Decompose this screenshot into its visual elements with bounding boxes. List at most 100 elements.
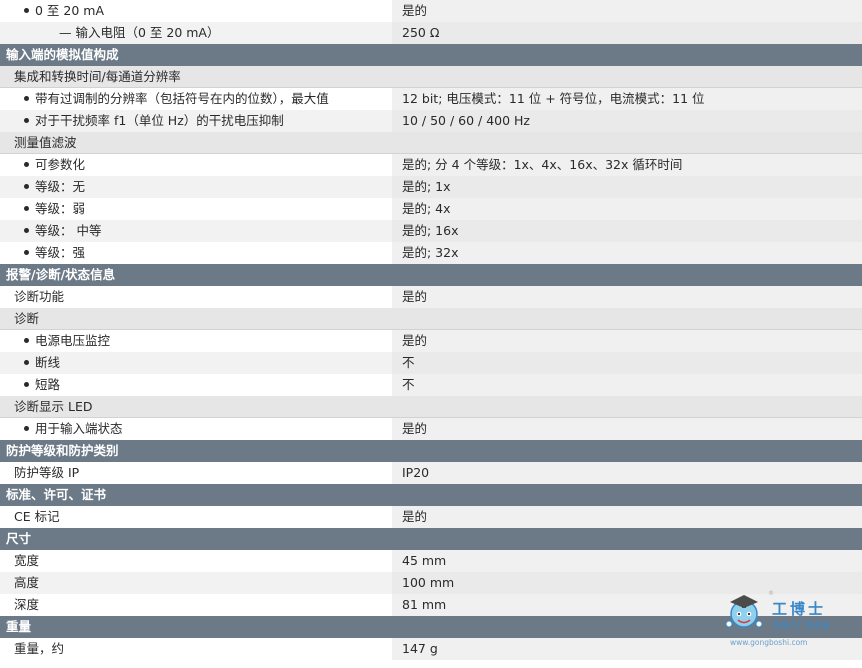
spec-row: 0 至 20 mA 是的	[0, 0, 862, 22]
section-title: 防护等级和防护类别	[6, 443, 119, 458]
spec-label-cell: 等级：弱	[0, 198, 389, 220]
spec-value: 100 mm	[402, 575, 455, 590]
section-title: 尺寸	[6, 531, 32, 546]
spec-value-cell: 是的; 4x	[392, 198, 862, 220]
spec-label: 宽度	[14, 553, 40, 568]
spec-row: 等级： 中等 是的; 16x	[0, 220, 862, 242]
spec-value: 250 Ω	[402, 25, 440, 40]
spec-value: 81 mm	[402, 597, 447, 612]
section-header: 尺寸	[0, 528, 862, 550]
subgroup-title: 诊断	[14, 311, 40, 326]
spec-label-cell: 高度	[0, 572, 389, 594]
spec-row: CE 标记 是的	[0, 506, 862, 528]
spec-row: 带有过调制的分辨率（包括符号在内的位数），最大值 12 bit; 电压模式：11 …	[0, 88, 862, 110]
spec-label: 电源电压监控	[0, 330, 389, 352]
section-title: 报警/诊断/状态信息	[6, 267, 116, 282]
spec-row: 诊断功能 是的	[0, 286, 862, 308]
brand-tagline: 智能工厂服务商	[774, 621, 830, 630]
brand-name: 工博士	[772, 600, 827, 618]
spec-label: 高度	[14, 575, 40, 590]
spec-row: 可参数化 是的; 分 4 个等级：1x、4x、16x、32x 循环时间	[0, 154, 862, 176]
spec-value-cell: 是的; 分 4 个等级：1x、4x、16x、32x 循环时间	[392, 154, 862, 176]
spec-row: 对于干扰频率 f1（单位 Hz）的干扰电压抑制 10 / 50 / 60 / 40…	[0, 110, 862, 132]
spec-label: 等级：弱	[0, 198, 389, 220]
spec-label-cell: 0 至 20 mA	[0, 0, 389, 22]
spec-row: 用于输入端状态 是的	[0, 418, 862, 440]
spec-value: 不	[402, 355, 415, 370]
spec-row: 短路不	[0, 374, 862, 396]
spec-label-cell: CE 标记	[0, 506, 389, 528]
spec-value: 是的; 32x	[402, 245, 459, 260]
spec-value: 是的	[402, 3, 428, 18]
spec-label-cell: 断线	[0, 352, 389, 374]
spec-value-cell: IP20	[392, 462, 862, 484]
spec-row: — 输入电阻（0 至 20 mA） 250 Ω	[0, 22, 862, 44]
spec-table: 0 至 20 mA 是的 — 输入电阻（0 至 20 mA） 250 Ω 输入端的模拟值…	[0, 0, 862, 660]
spec-row: 电源电压监控 是的	[0, 330, 862, 352]
spec-value-cell: 不	[392, 352, 862, 374]
spec-label: 断线	[0, 352, 389, 374]
spec-value: 是的; 16x	[402, 223, 459, 238]
spec-value: 10 / 50 / 60 / 400 Hz	[402, 113, 530, 128]
spec-value: 是的	[402, 509, 428, 524]
spec-label-cell: 诊断功能	[0, 286, 389, 308]
spec-label-cell: 对于干扰频率 f1（单位 Hz）的干扰电压抑制	[0, 110, 389, 132]
spec-value-cell: 250 Ω	[392, 22, 862, 44]
section-title: 输入端的模拟值构成	[6, 47, 119, 62]
spec-label-cell: 短路	[0, 374, 389, 396]
section-header: 输入端的模拟值构成	[0, 44, 862, 66]
spec-label: 重量，约	[14, 641, 65, 656]
subgroup-header: 测量值滤波	[0, 132, 862, 154]
spec-value: 是的; 4x	[402, 201, 451, 216]
spec-value: 是的	[402, 333, 428, 348]
spec-row: 等级：无 是的; 1x	[0, 176, 862, 198]
spec-label-cell: 用于输入端状态	[0, 418, 389, 440]
spec-label-cell: 宽度	[0, 550, 389, 572]
spec-value-cell: 是的	[392, 286, 862, 308]
section-header: 报警/诊断/状态信息	[0, 264, 862, 286]
subgroup-title: 测量值滤波	[14, 135, 77, 150]
spec-label: 可参数化	[0, 154, 389, 176]
spec-value: IP20	[402, 465, 430, 480]
spec-row: 等级：强 是的; 32x	[0, 242, 862, 264]
spec-label-cell: 电源电压监控	[0, 330, 389, 352]
spec-row: 防护等级 IP IP20	[0, 462, 862, 484]
spec-value-cell: 10 / 50 / 60 / 400 Hz	[392, 110, 862, 132]
section-title: 标准、许可、证书	[6, 487, 107, 502]
spec-value-cell: 是的	[392, 418, 862, 440]
spec-label-cell: 等级：强	[0, 242, 389, 264]
spec-value-cell: 是的; 16x	[392, 220, 862, 242]
spec-label: 深度	[14, 597, 40, 612]
spec-label: 用于输入端状态	[0, 418, 389, 440]
section-header: 标准、许可、证书	[0, 484, 862, 506]
spec-value-cell: 是的; 1x	[392, 176, 862, 198]
spec-value-cell: 是的	[392, 506, 862, 528]
spec-row: 等级：弱 是的; 4x	[0, 198, 862, 220]
section-header: 防护等级和防护类别	[0, 440, 862, 462]
spec-label: 短路	[0, 374, 389, 396]
spec-label-cell: 等级： 中等	[0, 220, 389, 242]
spec-label: CE 标记	[14, 509, 60, 524]
spec-row: 宽度 45 mm	[0, 550, 862, 572]
spec-label: 诊断功能	[14, 289, 65, 304]
spec-label: 等级： 中等	[0, 220, 389, 242]
spec-label: 等级：强	[0, 242, 389, 264]
spec-value: 是的	[402, 421, 428, 436]
spec-value: 12 bit; 电压模式：11 位 + 符号位，电流模式：11 位	[402, 91, 705, 106]
subgroup-title: 集成和转换时间/每通道分辨率	[14, 69, 181, 84]
spec-value-cell: 是的; 32x	[392, 242, 862, 264]
spec-value: 不	[402, 377, 415, 392]
subgroup-header: 诊断	[0, 308, 862, 330]
spec-label-cell: 等级：无	[0, 176, 389, 198]
spec-label-cell: 重量，约	[0, 638, 389, 660]
mascot-icon	[725, 595, 763, 628]
spec-label-cell: 防护等级 IP	[0, 462, 389, 484]
spec-label-cell: 可参数化	[0, 154, 389, 176]
spec-value-cell: 是的	[392, 0, 862, 22]
spec-label: 等级：无	[0, 176, 389, 198]
spec-label: 防护等级 IP	[14, 465, 80, 480]
spec-value-cell: 是的	[392, 330, 862, 352]
spec-value-cell: 不	[392, 374, 862, 396]
spec-value: 是的; 分 4 个等级：1x、4x、16x、32x 循环时间	[402, 157, 683, 172]
spec-value: 147 g	[402, 641, 438, 656]
